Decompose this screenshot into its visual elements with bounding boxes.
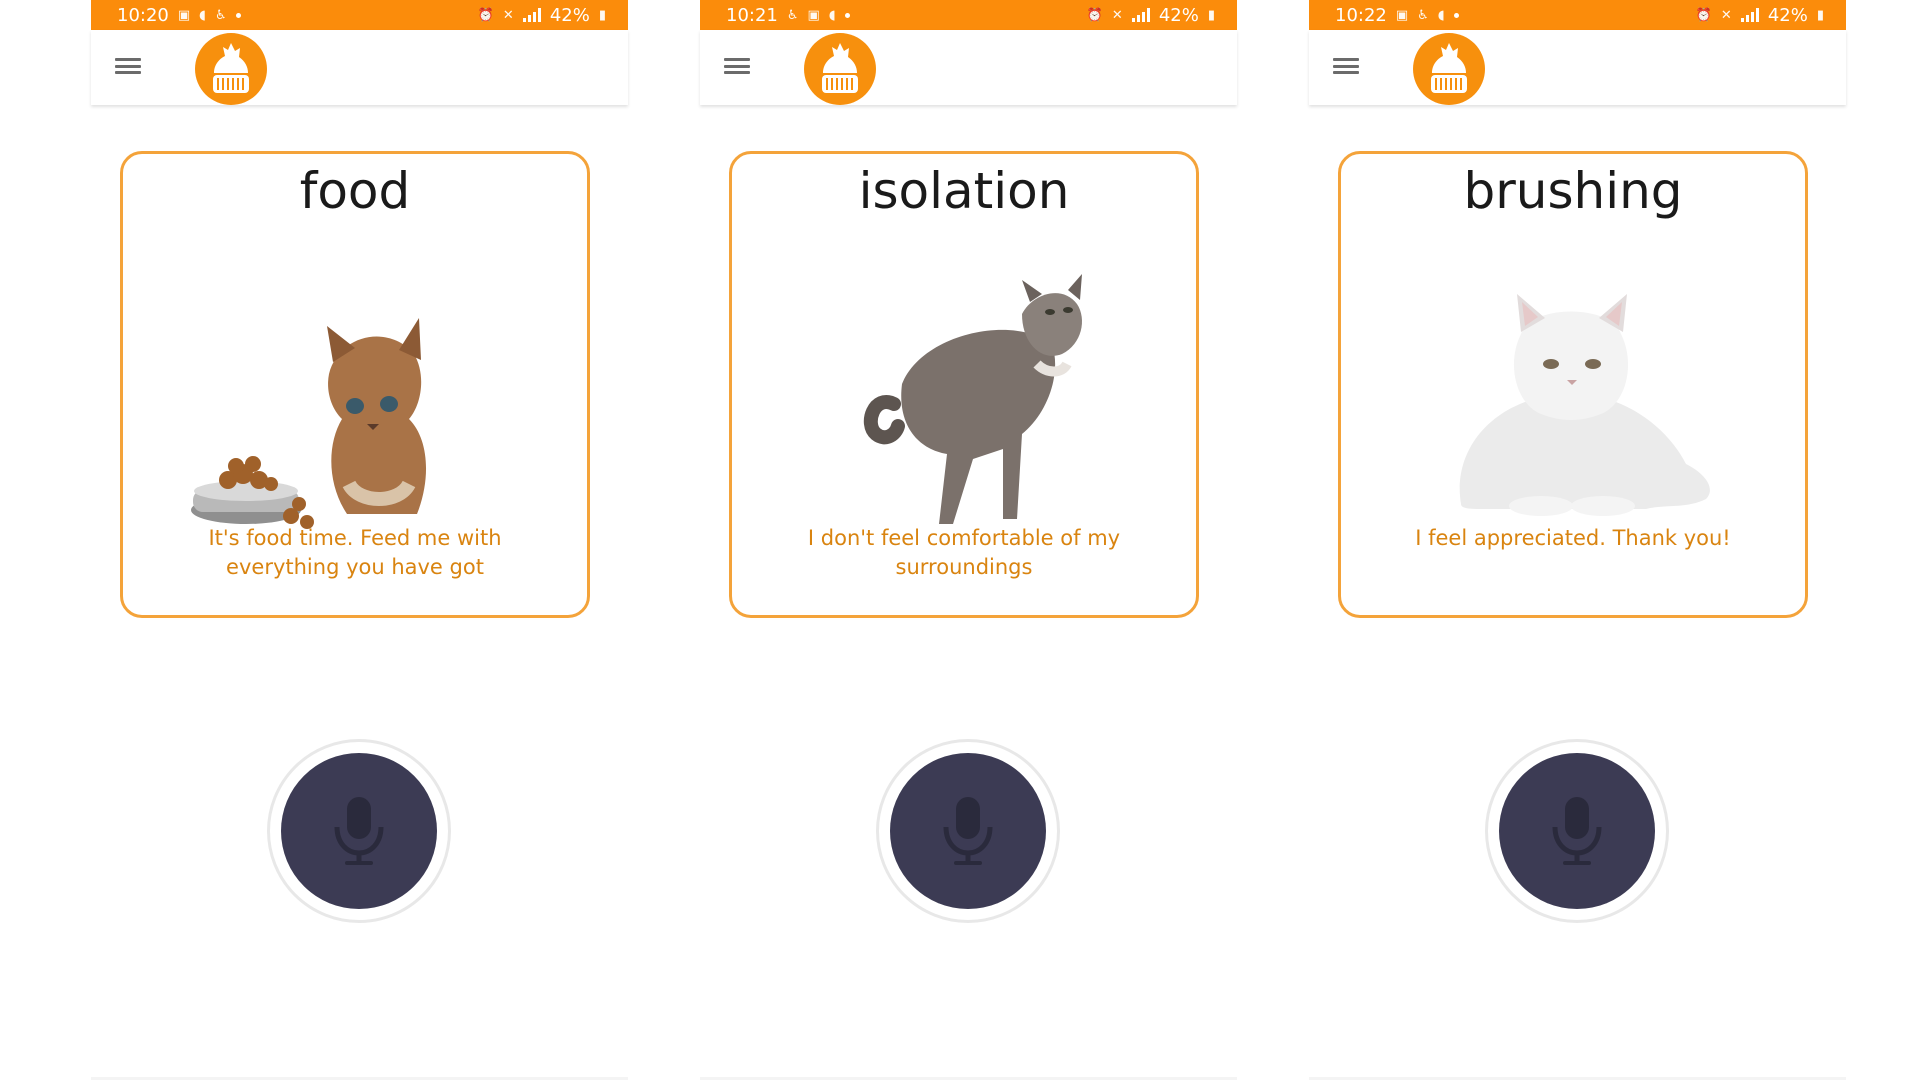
notification-dot-icon [844,12,850,18]
battery-percent: 42% [549,4,590,26]
gallery-icon: ▣ [1395,7,1409,23]
kitten-with-food-bowl-image [191,318,427,529]
signal-icon [1131,8,1150,22]
battery-percent: 42% [1767,4,1808,26]
cat-in-basket-logo [195,33,267,105]
app-bar [91,30,628,105]
battery-icon: ▮ [1207,7,1215,23]
card-message: I don't feel comfortable of my surroundi… [807,526,1121,579]
gallery-icon: ▣ [177,7,191,23]
microphone-icon [943,797,993,865]
tabby-cat-looking-up-image [863,274,1082,524]
hamburger-menu-icon[interactable] [115,54,141,78]
microphone-button[interactable] [1485,739,1669,923]
mute-icon: ✕ [1720,7,1732,23]
card-title: food [299,162,411,220]
status-time: 10:21 [726,4,778,26]
microphone-button[interactable] [876,739,1060,923]
notification-dot-icon [1453,12,1459,18]
nfc-icon: ◖ [1437,7,1445,23]
hamburger-menu-icon[interactable] [1333,54,1359,78]
status-bar: 10:22 ▣ ♿ ◖ ⏰ ✕ 42% ▮ [1309,0,1846,30]
card-message: It's food time. Feed me with everything … [208,526,502,579]
mute-icon: ✕ [502,7,514,23]
signal-icon [1740,8,1759,22]
notification-dot-icon [235,12,241,18]
hamburger-menu-icon[interactable] [724,54,750,78]
status-time: 10:20 [117,4,169,26]
nfc-icon: ◖ [828,7,836,23]
accessibility-icon: ♿ [1417,7,1429,23]
gallery-icon: ▣ [807,7,820,23]
phone-screen-food: 10:20 ▣ ◖ ♿ ⏰ ✕ 42% ▮ food It's food tim… [91,0,628,1080]
app-bar [700,30,1237,105]
microphone-icon [1552,797,1602,865]
card-title: isolation [858,162,1070,220]
accessibility-icon: ♿ [215,7,227,23]
battery-icon: ▮ [1816,7,1824,23]
app-bar [1309,30,1846,105]
phone-screen-isolation: 10:21 ♿ ▣ ◖ ⏰ ✕ 42% ▮ isolation I don't … [700,0,1237,1080]
status-bar: 10:21 ♿ ▣ ◖ ⏰ ✕ 42% ▮ [700,0,1237,30]
phone-screen-brushing: 10:22 ▣ ♿ ◖ ⏰ ✕ 42% ▮ brushing I feel ap… [1309,0,1846,1080]
alarm-icon: ⏰ [1695,7,1712,23]
emotion-card: brushing I feel appreciated. Thank you! [1338,151,1808,618]
accessibility-icon: ♿ [786,7,799,23]
battery-icon: ▮ [598,7,606,23]
battery-percent: 42% [1158,4,1199,26]
status-bar: 10:20 ▣ ◖ ♿ ⏰ ✕ 42% ▮ [91,0,628,30]
status-time: 10:22 [1335,4,1387,26]
microphone-icon [334,797,384,865]
cat-in-basket-logo [804,33,876,105]
nfc-icon: ◖ [199,7,207,23]
white-persian-cat-lying-image [1459,294,1710,516]
card-message: I feel appreciated. Thank you! [1415,526,1731,550]
cat-in-basket-logo [1413,33,1485,105]
microphone-button[interactable] [267,739,451,923]
card-title: brushing [1463,162,1683,220]
alarm-icon: ⏰ [477,7,494,23]
emotion-card: food It's food time. Feed me with everyt… [120,151,590,618]
mute-icon: ✕ [1111,7,1123,23]
signal-icon [522,8,541,22]
emotion-card: isolation I don't feel comfortable of my… [729,151,1199,618]
alarm-icon: ⏰ [1086,7,1103,23]
